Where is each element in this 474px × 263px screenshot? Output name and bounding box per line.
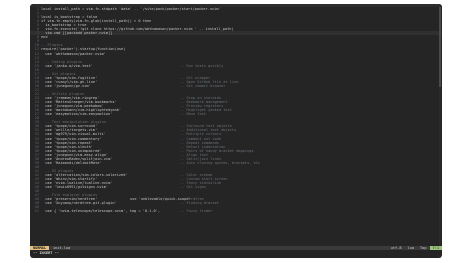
insert-mode-message: -- INSERT -- (33, 250, 59, 255)
buffer-text[interactable]: 1 local install_path = vim.fn.stdpath 'da… (30, 7, 442, 213)
code-line[interactable]: 51 use { 'nvim-telescope/telescope.nvim'… (30, 209, 442, 213)
line-number: 51 (34, 209, 39, 214)
file-type: lua (407, 245, 415, 250)
line-comment: -- Fuzzy finder (180, 209, 213, 214)
file-encoding: utf-8 (390, 245, 402, 250)
mode-indicator: NORMAL (30, 245, 49, 250)
file-name: init.lua (52, 245, 71, 250)
line-code: use { 'nvim-telescope/telescope.nvim', t… (41, 209, 160, 214)
statusline-right: utf-8 lua Top 7:1 (388, 245, 442, 250)
editor-window[interactable]: 1 local install_path = vim.fn.stdpath 'da… (30, 4, 442, 258)
statusline: NORMAL init.lua utf-8 lua Top 7:1 (30, 245, 442, 250)
scrollbar[interactable] (439, 7, 441, 247)
command-line[interactable]: -- INSERT -- (30, 251, 442, 256)
cursor-position: 7:1 (429, 245, 442, 250)
scroll-percent: Top (420, 245, 427, 250)
scrollbar-thumb[interactable] (439, 7, 441, 87)
